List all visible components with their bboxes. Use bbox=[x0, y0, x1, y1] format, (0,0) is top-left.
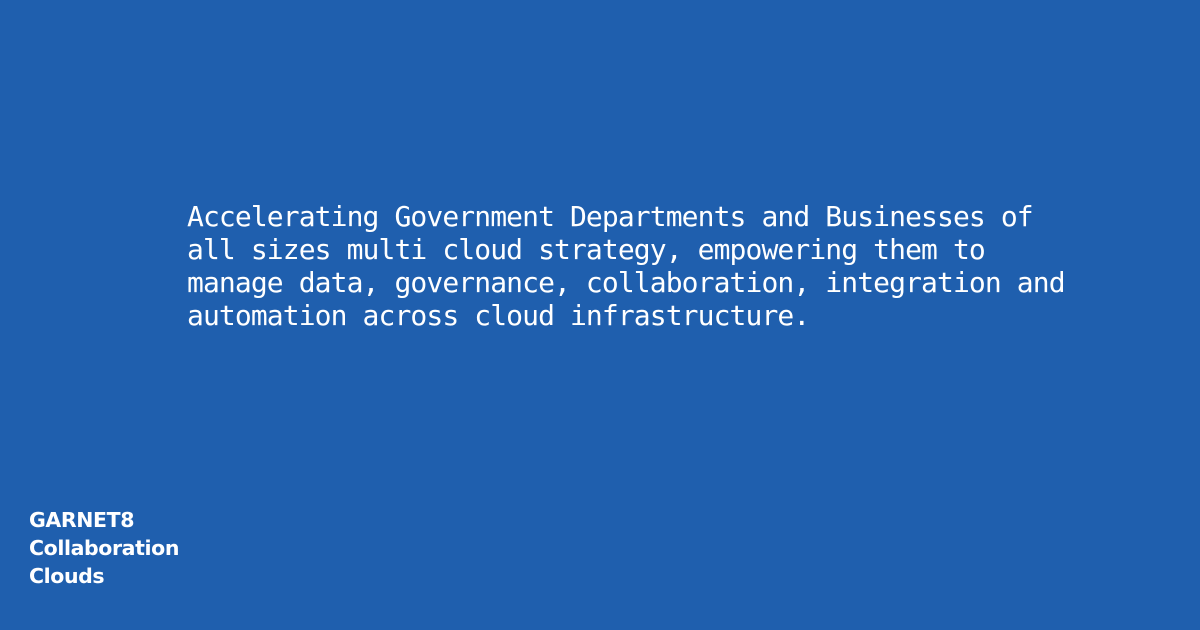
brand-line: Collaboration bbox=[29, 536, 180, 560]
tagline-text: Accelerating Government Departments and … bbox=[187, 200, 1177, 332]
brand-line: GARNET8 bbox=[29, 508, 135, 532]
tagline-line: automation across cloud infrastructure. bbox=[187, 299, 810, 332]
brand-name: GARNET8 Collaboration Clouds bbox=[29, 506, 179, 590]
tagline-line: all sizes multi cloud strategy, empoweri… bbox=[187, 233, 986, 266]
tagline-line: Accelerating Government Departments and … bbox=[187, 200, 1034, 233]
brand-line: Clouds bbox=[29, 564, 105, 588]
tagline-line: manage data, governance, collaboration, … bbox=[187, 266, 1066, 299]
